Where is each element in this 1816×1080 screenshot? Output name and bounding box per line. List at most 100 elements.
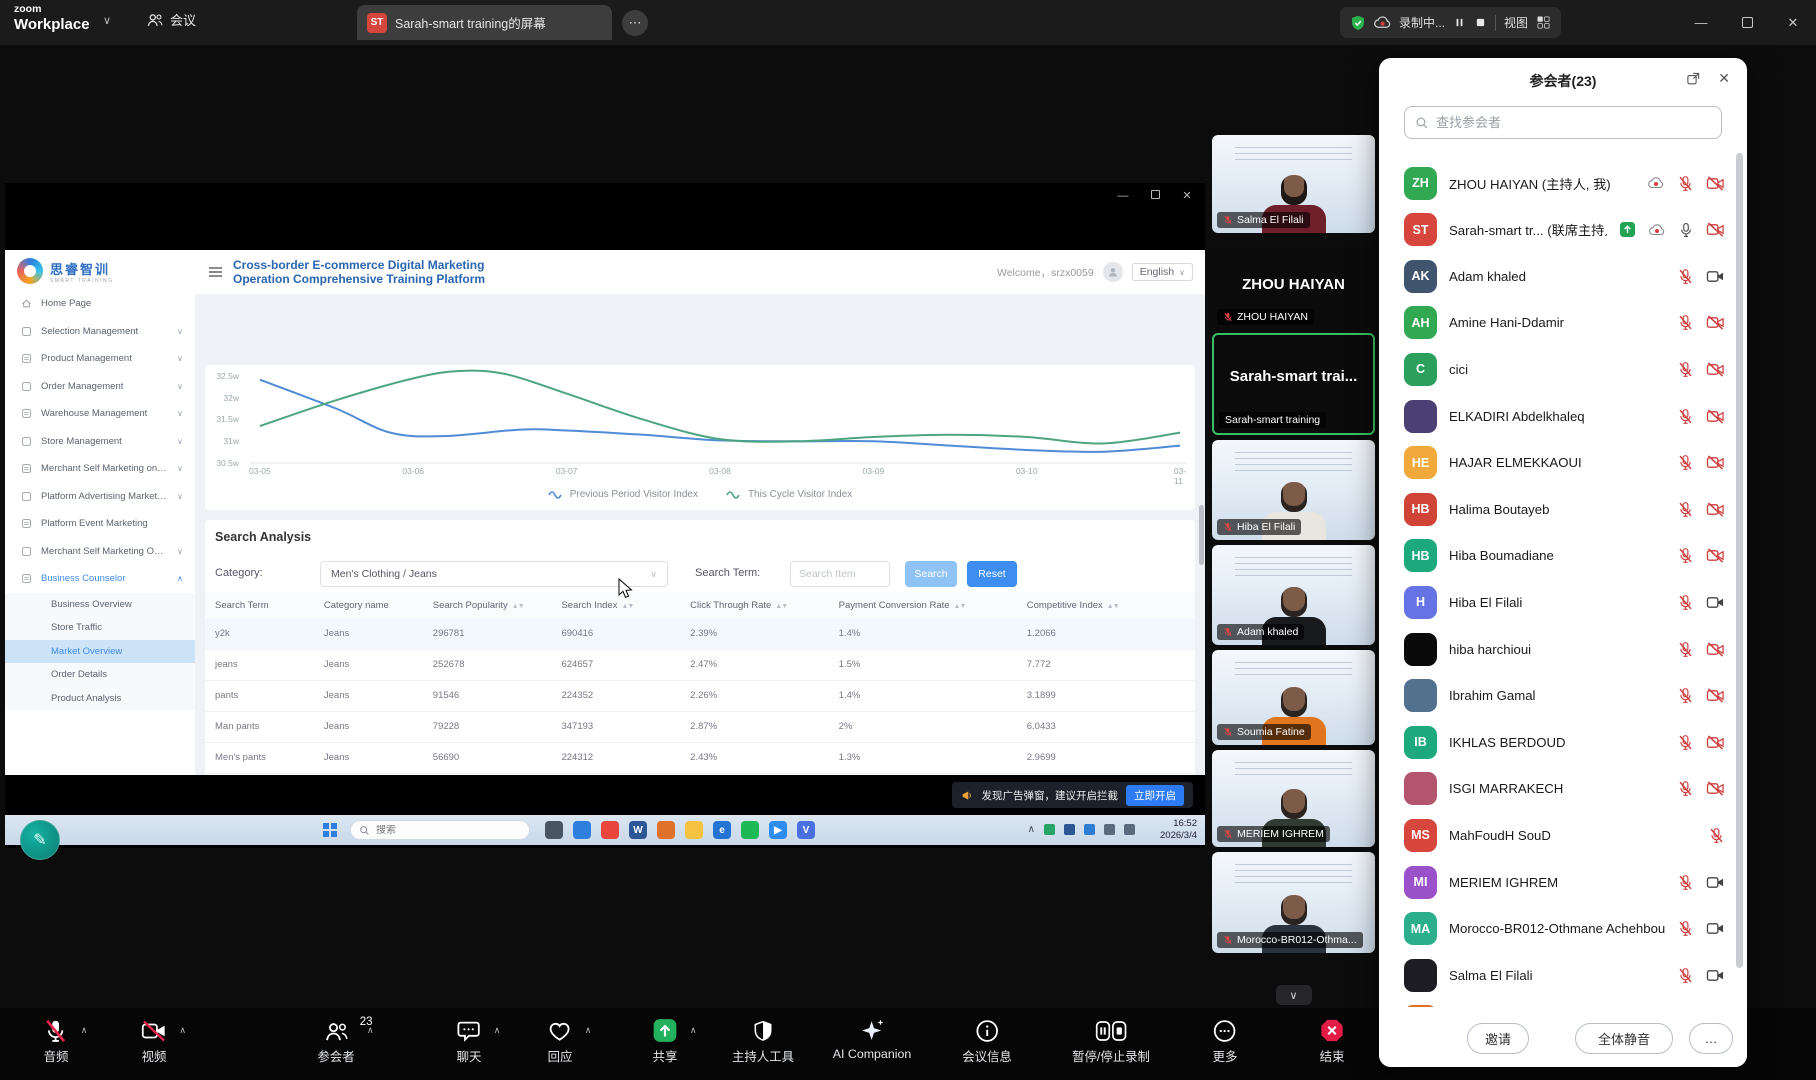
windows-start-icon[interactable] [323,823,337,837]
tab-screen-share[interactable]: ST Sarah-smart training的屏幕 [357,5,612,40]
sidebar-item-platform-event-marketing[interactable]: Platform Event Marketing [5,510,195,538]
tray-app-icon[interactable] [1044,824,1055,835]
pause-recording-icon[interactable] [1453,16,1466,29]
shared-minimize-icon[interactable]: — [1113,190,1133,202]
toolbar-end-button[interactable]: 结束 [1320,1017,1345,1065]
chevron-up-icon[interactable]: ∧ [81,1025,88,1036]
category-select[interactable]: Men's Clothing / Jeans ∨ [320,561,668,587]
shared-close-icon[interactable]: ✕ [1177,189,1197,202]
table-row[interactable]: Man pantsJeans792283471932.87%2%6.0433 [205,711,1195,742]
close-icon[interactable]: ✕ [1770,0,1816,45]
tray-word-icon[interactable] [1064,824,1075,835]
video-tile-adam-khaled[interactable]: Adam khaled [1212,545,1375,645]
panel-more-button[interactable]: … [1689,1023,1733,1054]
minimize-icon[interactable]: — [1678,0,1724,45]
maximize-icon[interactable] [1724,0,1770,45]
stop-recording-icon[interactable] [1474,16,1487,29]
list-item-elkadiri-abdelkhaleq[interactable]: ELKADIRI Abdelkhaleq [1379,393,1747,439]
table-row[interactable]: y2kJeans2967816904162.39%1.4%1.2066 [205,618,1195,649]
chevron-up-icon[interactable]: ∧ [367,1025,374,1036]
player-icon[interactable]: ▶ [769,821,787,839]
sidebar-item-selection-management[interactable]: Selection Management∨ [5,318,195,346]
column-header-search-popularity[interactable]: Search Popularity▲▼ [423,592,552,618]
sidebar-item-order-management[interactable]: Order Management∨ [5,373,195,401]
app-scrollbar[interactable] [1199,505,1204,565]
list-item-isgi-marrakech[interactable]: ISGI MARRAKECH [1379,766,1747,812]
sidebar-item-merchant-self-marketing-on-site[interactable]: Merchant Self Marketing on Site∨ [5,455,195,483]
taskbar-clock[interactable]: 16:52 2026/3/4 [1160,818,1197,842]
legend-item[interactable]: Previous Period Visitor Index [548,489,698,500]
list-item-sarah-smart-tr-[interactable]: STSarah-smart tr... (联席主持人) [1379,207,1747,253]
photos-icon[interactable] [573,821,591,839]
list-item-amine-hani-ddamir[interactable]: AHAmine Hani-Ddamir [1379,300,1747,346]
column-header-click-through-rate[interactable]: Click Through Rate▲▼ [680,592,829,618]
toolbar-ai-companion-button[interactable]: AI Companion [833,1017,912,1061]
firefox-icon[interactable] [657,821,675,839]
video-tile-meriem-ighrem[interactable]: MERIEM IGHREM [1212,750,1375,847]
list-item-hiba-boumadiane[interactable]: HBHiba Boumadiane [1379,533,1747,579]
sidebar-item-platform-advertising-marketing[interactable]: Platform Advertising Marketing∨ [5,483,195,511]
toolbar-video-button[interactable]: ∧视频 [141,1017,167,1065]
reset-button[interactable]: Reset [967,561,1017,587]
popup-enable-button[interactable]: 立即开启 [1126,785,1184,806]
toolbar-share-button[interactable]: ∧共享 [653,1017,678,1065]
list-item-hajar-elmekkaoui[interactable]: HEHAJAR ELMEKKAOUI [1379,440,1747,486]
panel-scrollbar[interactable] [1736,153,1743,968]
security-shield-icon[interactable] [1350,15,1366,31]
tab-meeting[interactable]: 会议 [146,10,196,29]
sort-caret-icon[interactable]: ▲▼ [512,603,524,610]
toolbar-audio-button[interactable]: ∧音频 [44,1017,69,1065]
toolbar-participants-button[interactable]: 23∧参会者 [317,1017,354,1065]
tray-defender-icon[interactable] [1084,824,1095,835]
sidebar-item-merchant-self-marketing-outs-[interactable]: Merchant Self Marketing Outs...∨ [5,538,195,566]
shared-maximize-icon[interactable] [1145,190,1165,202]
list-item-cici[interactable]: Ccici [1379,346,1747,392]
sidebar-item-product-management[interactable]: Product Management∨ [5,345,195,373]
media-icon[interactable] [741,821,759,839]
search-button[interactable]: Search [905,561,957,587]
search-term-input[interactable] [790,561,890,587]
sort-caret-icon[interactable]: ▲▼ [954,603,966,610]
system-icon[interactable] [545,821,563,839]
video-tile-morocco-br012-othma-[interactable]: Morocco-BR012-Othma... [1212,852,1375,953]
list-item-morocco-br012-othmane-ac[interactable]: MAMorocco-BR012-Othmane Achehbou... [1379,906,1747,952]
chevron-down-icon[interactable]: ∨ [103,14,111,27]
column-header-payment-conversion-rate[interactable]: Payment Conversion Rate▲▼ [829,592,1017,618]
sidebar-item-store-management[interactable]: Store Management∨ [5,428,195,456]
table-row[interactable]: Men's pantsJeans566902243122.43%1.3%2.96… [205,742,1195,773]
list-item-adam-khaled[interactable]: AKAdam khaled [1379,253,1747,299]
sort-caret-icon[interactable]: ▲▼ [775,603,787,610]
list-item-partial[interactable] [1379,999,1747,1007]
list-item-meriem-ighrem[interactable]: MIMERIEM IGHREM [1379,859,1747,905]
sidebar-subitem-market-overview[interactable]: Market Overview [5,640,195,664]
column-header-competitive-index[interactable]: Competitive Index▲▼ [1017,592,1195,618]
list-item-mahfoudh-soud[interactable]: MSMahFoudH SouD [1379,812,1747,858]
view-layout-icon[interactable] [1536,15,1551,30]
popout-icon[interactable] [1686,71,1701,86]
word-icon[interactable]: W [629,821,647,839]
user-avatar[interactable] [1103,262,1123,282]
toolbar-recording-button[interactable]: 暂停/停止录制 [1072,1017,1150,1065]
chevron-up-icon[interactable]: ∧ [690,1025,697,1036]
view-label[interactable]: 视图 [1504,14,1528,31]
table-row[interactable]: jeansJeans2526786246572.47%1.5%7.772 [205,649,1195,680]
toolbar-reactions-button[interactable]: ∧回应 [548,1017,573,1065]
chevron-up-icon[interactable]: ∧ [1028,824,1035,835]
video-tile-sarah-smart-training[interactable]: Sarah-smart trai...Sarah-smart training [1212,333,1375,435]
invite-button[interactable]: 邀请 [1467,1023,1529,1054]
list-item-hiba-harchioui[interactable]: hiba harchioui [1379,626,1747,672]
list-item-hiba-el-filali[interactable]: HHiba El Filali [1379,579,1747,625]
list-item-salma-el-filali[interactable]: Salma El Filali [1379,952,1747,998]
chevron-up-icon[interactable]: ∧ [494,1025,501,1036]
participant-search[interactable] [1404,106,1722,139]
app-v-icon[interactable]: V [797,821,815,839]
sidebar-item-business-counselor[interactable]: Business Counselor∧ [5,565,195,593]
sidebar-subitem-order-details[interactable]: Order Details [5,663,195,687]
video-tile-salma-el-filali[interactable]: Salma El Filali [1212,135,1375,233]
network-icon[interactable] [1124,824,1135,835]
sidebar-item-warehouse-management[interactable]: Warehouse Management∨ [5,400,195,428]
hamburger-icon[interactable] [209,267,222,280]
taskbar-search-input[interactable] [376,825,496,836]
chevron-up-icon[interactable]: ∧ [179,1025,186,1036]
list-item-ikhlas-berdoud[interactable]: IBIKHLAS BERDOUD [1379,719,1747,765]
